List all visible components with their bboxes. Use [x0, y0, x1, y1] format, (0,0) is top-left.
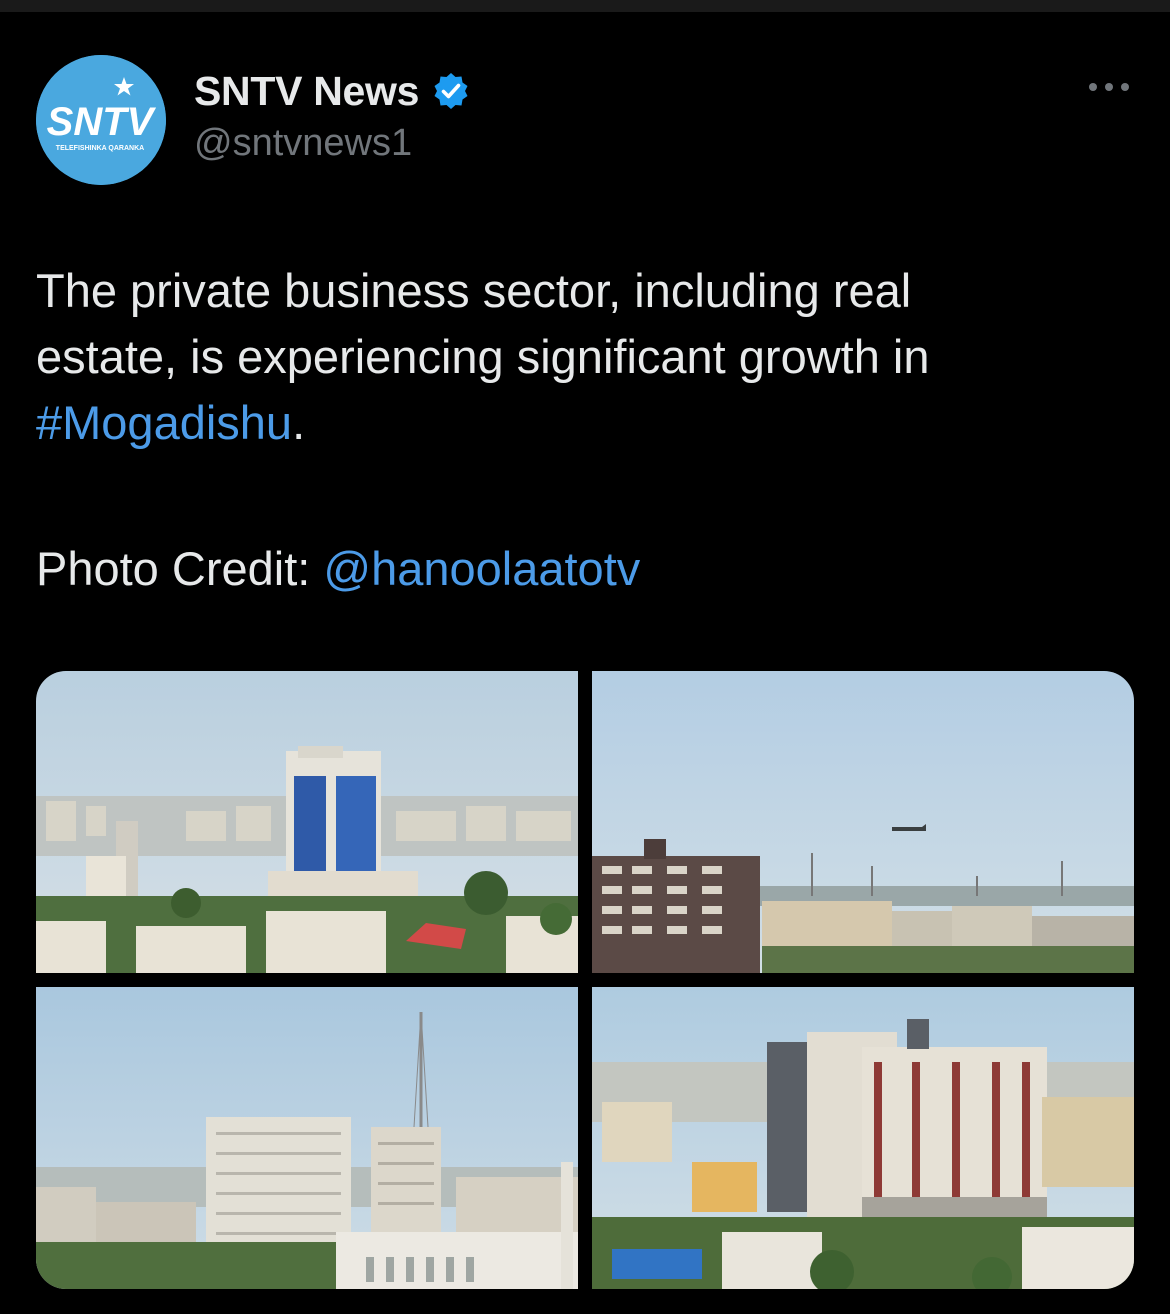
author-name-row: SNTV News: [194, 66, 471, 116]
tweet-text: The private business sector, including r…: [36, 258, 1136, 456]
photo-credit-label: Photo Credit:: [36, 542, 324, 595]
tweet-text-line: estate, is experiencing significant grow…: [36, 330, 930, 383]
author-handle[interactable]: @sntvnews1: [194, 122, 412, 165]
tweet-text-line: The private business sector, including r…: [36, 264, 912, 317]
hashtag-suffix: .: [292, 396, 306, 449]
media-grid: [36, 671, 1134, 1289]
photo-2[interactable]: [592, 671, 1134, 973]
logo-tagline: TELEFISHINKA QARANKA: [56, 145, 144, 152]
author-display-name[interactable]: SNTV News: [194, 68, 419, 115]
photo-credit: Photo Credit: @hanoolaatotv: [36, 536, 640, 602]
photo-3[interactable]: [36, 987, 578, 1289]
hashtag-link[interactable]: #Mogadishu: [36, 396, 292, 449]
verified-badge-icon: [431, 71, 471, 111]
logo-text: SNTV: [47, 100, 157, 144]
avatar[interactable]: SNTV TELEFISHINKA QARANKA: [36, 55, 166, 185]
status-bar-strip: [0, 0, 1170, 12]
more-horizontal-icon[interactable]: [1084, 72, 1134, 102]
mention-link[interactable]: @hanoolaatotv: [323, 542, 640, 595]
photo-1[interactable]: [36, 671, 578, 973]
sntv-logo: SNTV TELEFISHINKA QARANKA: [36, 55, 166, 185]
photo-4[interactable]: [592, 987, 1134, 1289]
